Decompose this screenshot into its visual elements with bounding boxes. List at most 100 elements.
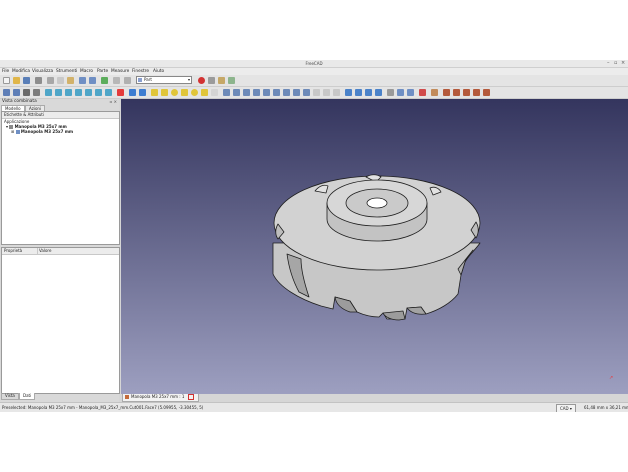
view-top-icon[interactable] [65,89,72,96]
menu-file[interactable]: File [2,68,9,75]
sphere-icon[interactable] [171,89,178,96]
cut-icon[interactable] [47,77,54,84]
stereo-icon[interactable] [33,89,40,96]
check-geometry-icon[interactable] [397,89,404,96]
measure-clear-icon[interactable] [443,89,450,96]
group-icon[interactable] [139,89,146,96]
view-axonometric-icon[interactable] [45,89,52,96]
print-icon[interactable] [35,77,42,84]
view-bottom-icon[interactable] [95,89,102,96]
chevron-down-icon: ▾ [187,77,190,82]
measure-distance-icon[interactable] [117,89,124,96]
open-icon[interactable] [13,77,20,84]
section-icon[interactable] [313,89,320,96]
freecad-window: FreeCAD – ▫ × File Modifica Visualizza S… [0,60,628,412]
knob-model[interactable] [121,99,628,394]
expand-plus-icon[interactable]: ⊞ [11,129,14,134]
boolean-icon[interactable] [345,89,352,96]
cone-icon[interactable] [181,89,188,96]
redo-icon[interactable] [89,77,96,84]
revolve-icon[interactable] [233,89,240,96]
tab-close-icon[interactable] [187,394,194,400]
fit-selection-icon[interactable] [13,89,20,96]
title-bar: FreeCAD – ▫ × [0,60,628,68]
measure-angular-icon[interactable] [419,89,426,96]
cut-boolean-icon[interactable] [355,89,362,96]
workbench-selector[interactable]: Part ▾ [136,76,192,84]
fillet-icon[interactable] [253,89,260,96]
menu-macro[interactable]: Macro [80,68,93,75]
extrude-icon[interactable] [223,89,230,96]
tab-vista[interactable]: Vista [1,393,19,400]
view-left-icon[interactable] [105,89,112,96]
view-front-icon[interactable] [55,89,62,96]
measure-toggle-3d-icon[interactable] [463,89,470,96]
shape-builder-icon[interactable] [211,89,218,96]
tab-dati[interactable]: Dati [19,393,36,400]
primitives-icon[interactable] [201,89,208,96]
sweep-icon[interactable] [303,89,310,96]
panel-float-close-icon[interactable]: ▫ × [110,99,117,105]
common-icon[interactable] [375,89,382,96]
document-tab[interactable]: Manopola M3 25x7 mm : 1 [122,394,199,402]
view-right-icon[interactable] [75,89,82,96]
pointer-icon[interactable] [113,77,120,84]
minimize-icon[interactable]: – [607,60,610,67]
axis-cross-icon: ↗ [609,375,614,381]
menu-finestre[interactable]: Finestre [132,68,149,75]
ruled-surface-icon[interactable] [283,89,290,96]
cross-sections-icon[interactable] [323,89,330,96]
mirror-icon[interactable] [243,89,250,96]
macro-stop-icon[interactable] [208,77,215,84]
new-file-icon[interactable] [3,77,10,84]
torus-icon[interactable] [191,89,198,96]
make-face-icon[interactable] [273,89,280,96]
menu-visualizza[interactable]: Visualizza [32,68,53,75]
draw-style-icon[interactable] [23,89,30,96]
copy-icon[interactable] [57,77,64,84]
tree-header: Etichette & Attributi [2,112,119,119]
fuse-icon[interactable] [365,89,372,96]
menu-parte[interactable]: Parte [97,68,108,75]
viewport-dimensions: 61,48 mm x 36,21 mm [584,405,628,410]
cylinder-icon[interactable] [161,89,168,96]
save-icon[interactable] [23,77,30,84]
offset-icon[interactable] [333,89,340,96]
status-message: Preselected: Manopola M3 25x7 mm - Manop… [2,405,204,410]
close-icon[interactable]: × [621,60,625,67]
menu-measure[interactable]: Measure [111,68,129,75]
macro-edit-icon[interactable] [218,77,225,84]
menu-modifica[interactable]: Modifica [12,68,30,75]
toolbar-row-2 [0,87,628,99]
measure-refresh-icon[interactable] [431,89,438,96]
tree-object-row[interactable]: ⊞ Manopola M3 25x7 mm [11,129,73,134]
measure-toggle-delta-icon[interactable] [473,89,480,96]
part-workbench-icon [138,78,142,82]
compound-icon[interactable] [387,89,394,96]
paste-icon[interactable] [67,77,74,84]
refresh-icon[interactable] [101,77,108,84]
menu-strumenti[interactable]: Strumenti [56,68,77,75]
menu-aiuto[interactable]: Aiuto [153,68,164,75]
cut-feature-icon [15,130,20,134]
property-column-value: Valore [37,248,52,254]
tree-object-label: Manopola M3 25x7 mm [20,129,74,134]
expand-arrow-icon[interactable]: ▾ [6,124,8,129]
3d-viewport[interactable]: ↗ [121,99,628,394]
measure-toggle-all-icon[interactable] [453,89,460,96]
maximize-icon[interactable]: ▫ [614,60,617,67]
chamfer-icon[interactable] [263,89,270,96]
fit-all-icon[interactable] [3,89,10,96]
part-icon[interactable] [129,89,136,96]
view-rear-icon[interactable] [85,89,92,96]
loft-icon[interactable] [293,89,300,96]
navigation-style-button[interactable]: CAD ▾ [556,404,576,412]
box-icon[interactable] [151,89,158,96]
undo-icon[interactable] [79,77,86,84]
measure-linear-icon[interactable] [407,89,414,96]
macro-run-icon[interactable] [228,77,235,84]
whats-this-icon[interactable] [124,77,131,84]
measure-toggle-placement-icon[interactable] [483,89,490,96]
macro-record-icon[interactable] [198,77,205,84]
property-column-name: Proprietà [4,248,23,253]
